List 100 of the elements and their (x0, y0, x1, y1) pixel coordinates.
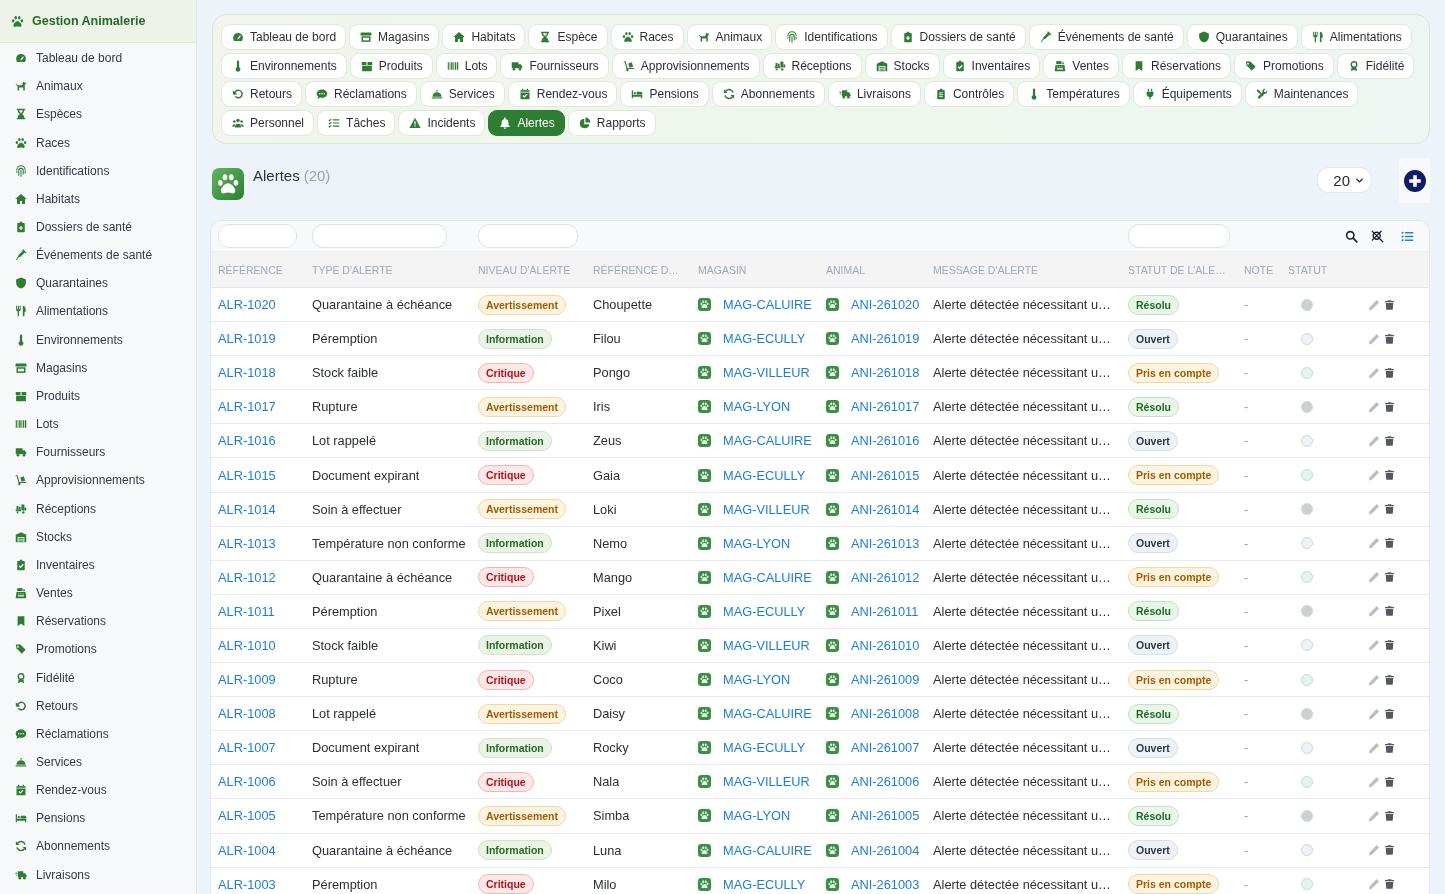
reference-link[interactable]: ALR-1019 (218, 331, 276, 347)
nav-tab[interactable]: Magasins (349, 24, 440, 50)
sidebar-item[interactable]: Inventaires (0, 550, 196, 579)
store-link[interactable]: MAG-ECULLY (723, 876, 806, 892)
nav-tab[interactable]: Services (419, 81, 505, 108)
trash-icon[interactable] (1384, 571, 1395, 584)
sidebar-item[interactable]: Identifications (0, 156, 196, 185)
store-link[interactable]: MAG-CALUIRE (723, 433, 812, 449)
store-link[interactable]: MAG-VILLEUR (723, 774, 810, 790)
nav-tab[interactable]: Réservations (1122, 52, 1232, 79)
animal-link[interactable]: ANI-261011 (851, 603, 919, 619)
trash-icon[interactable] (1384, 878, 1395, 891)
nav-tab[interactable]: Espèce (528, 24, 608, 50)
sidebar-item[interactable]: Réclamations (0, 719, 196, 748)
trash-icon[interactable] (1384, 741, 1395, 754)
store-link[interactable]: MAG-CALUIRE (723, 706, 812, 722)
trash-icon[interactable] (1384, 639, 1395, 652)
animal-link[interactable]: ANI-261015 (851, 467, 920, 483)
reference-link[interactable]: ALR-1006 (218, 774, 276, 790)
trash-icon[interactable] (1384, 673, 1395, 686)
store-link[interactable]: MAG-VILLEUR (723, 501, 810, 517)
animal-link[interactable]: ANI-261017 (851, 399, 920, 415)
sidebar-item[interactable]: Dossiers de santé (0, 212, 196, 242)
sidebar-item[interactable]: Produits (0, 381, 196, 411)
store-link[interactable]: MAG-LYON (723, 672, 791, 688)
reference-link[interactable]: ALR-1011 (218, 603, 275, 619)
reference-link[interactable]: ALR-1014 (218, 501, 276, 517)
trash-icon[interactable] (1384, 707, 1395, 720)
store-link[interactable]: MAG-CALUIRE (723, 842, 812, 858)
store-link[interactable]: MAG-ECULLY (723, 331, 806, 347)
trash-icon[interactable] (1384, 366, 1395, 379)
sidebar-item[interactable]: Livraisons (0, 860, 196, 889)
sidebar-item[interactable]: Habitats (0, 184, 196, 213)
trash-icon[interactable] (1384, 332, 1395, 345)
nav-tab[interactable]: Habitats (442, 24, 526, 50)
nav-tab[interactable]: Retours (221, 81, 303, 108)
filter-field[interactable] (218, 224, 297, 248)
nav-tab[interactable]: Tableau de bord (221, 24, 347, 50)
reference-link[interactable]: ALR-1013 (218, 535, 276, 551)
reference-link[interactable]: ALR-1005 (218, 808, 276, 824)
reference-link[interactable]: ALR-1003 (218, 876, 276, 892)
nav-tab[interactable]: Rendez-vous (507, 81, 618, 108)
animal-link[interactable]: ANI-261005 (851, 808, 920, 824)
add-button[interactable] (1399, 158, 1430, 203)
sidebar-item[interactable]: Races (0, 128, 196, 157)
trash-icon[interactable] (1384, 844, 1395, 857)
nav-tab[interactable]: Produits (349, 52, 433, 79)
nav-tab[interactable]: Réceptions (762, 52, 862, 79)
nav-tab[interactable]: Alertes (488, 110, 565, 137)
nav-tab[interactable]: Températures (1017, 81, 1130, 108)
trash-icon[interactable] (1384, 298, 1395, 311)
sidebar-item[interactable]: Services (0, 747, 196, 777)
animal-link[interactable]: ANI-261013 (851, 535, 920, 551)
trash-icon[interactable] (1384, 400, 1395, 413)
nav-tab[interactable]: Quarantaines (1186, 24, 1298, 50)
sidebar-item[interactable]: Stocks (0, 522, 196, 551)
nav-tab[interactable]: Inventaires (942, 52, 1041, 79)
nav-tab[interactable]: Maintenances (1244, 81, 1359, 108)
nav-tab[interactable]: Races (610, 24, 684, 50)
store-link[interactable]: MAG-VILLEUR (723, 638, 810, 653)
reference-link[interactable]: ALR-1004 (218, 842, 276, 858)
sidebar-item[interactable]: Promotions (0, 635, 196, 664)
nav-tab[interactable]: Personnel (221, 110, 315, 137)
reference-link[interactable]: ALR-1010 (218, 638, 276, 653)
store-link[interactable]: MAG-CALUIRE (723, 297, 812, 313)
sidebar-item[interactable]: Rendez-vous (0, 776, 196, 805)
nav-tab[interactable]: Approvisionnements (611, 52, 760, 79)
sidebar-item[interactable]: Magasins (0, 353, 196, 382)
store-link[interactable]: MAG-ECULLY (723, 467, 806, 483)
reference-link[interactable]: ALR-1020 (218, 297, 276, 313)
nav-tab[interactable]: Contrôles (923, 81, 1015, 108)
filter-field[interactable] (1128, 224, 1230, 248)
list-icon[interactable] (1401, 229, 1414, 243)
trash-icon[interactable] (1384, 503, 1395, 516)
store-link[interactable]: MAG-LYON (723, 399, 791, 415)
sidebar-item[interactable]: Animaux (0, 72, 196, 101)
sidebar-item[interactable]: Réservations (0, 607, 196, 636)
reference-link[interactable]: ALR-1007 (218, 740, 276, 756)
trash-icon[interactable] (1384, 434, 1395, 447)
nav-tab[interactable]: Environnements (221, 52, 347, 79)
animal-link[interactable]: ANI-261020 (851, 297, 920, 313)
store-link[interactable]: MAG-ECULLY (723, 740, 806, 756)
store-link[interactable]: MAG-VILLEUR (723, 365, 810, 381)
animal-link[interactable]: ANI-261004 (851, 842, 920, 858)
nav-tab[interactable]: Pensions (620, 81, 709, 108)
nav-tab[interactable]: Équipements (1132, 81, 1242, 108)
nav-tab[interactable]: Fidélité (1336, 52, 1415, 79)
sidebar-item[interactable]: Événements de santé (0, 241, 196, 270)
animal-link[interactable]: ANI-261012 (851, 569, 920, 585)
nav-tab[interactable]: Tâches (317, 110, 396, 137)
search-icon[interactable] (1345, 229, 1358, 243)
animal-link[interactable]: ANI-261007 (851, 740, 920, 756)
nav-tab[interactable]: Ventes (1043, 52, 1119, 79)
animal-link[interactable]: ANI-261014 (851, 501, 920, 517)
nav-tab[interactable]: Abonnements (711, 81, 825, 108)
animal-link[interactable]: ANI-261010 (851, 638, 920, 653)
nav-tab[interactable]: Rapports (567, 110, 656, 137)
filter-field[interactable] (478, 224, 578, 248)
sidebar-item[interactable]: Espèces (0, 100, 196, 129)
reference-link[interactable]: ALR-1016 (218, 433, 276, 449)
